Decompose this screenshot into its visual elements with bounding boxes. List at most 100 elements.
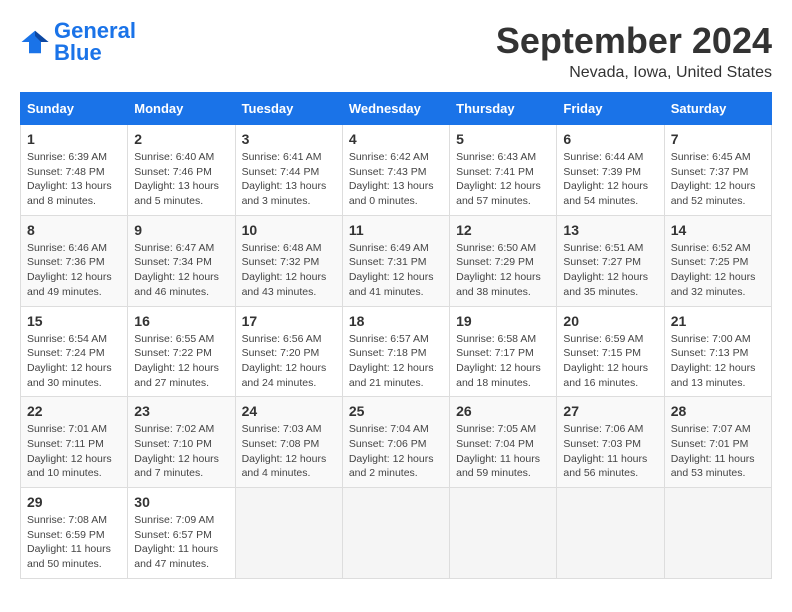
calendar-cell: 18 Sunrise: 6:57 AMSunset: 7:18 PMDayligh… xyxy=(342,306,449,397)
day-info: Sunrise: 7:07 AMSunset: 7:01 PMDaylight:… xyxy=(671,422,765,481)
day-number: 11 xyxy=(349,222,443,238)
calendar-cell xyxy=(450,488,557,579)
calendar-cell: 6 Sunrise: 6:44 AMSunset: 7:39 PMDaylight… xyxy=(557,125,664,216)
day-number: 6 xyxy=(563,131,657,147)
day-info: Sunrise: 7:08 AMSunset: 6:59 PMDaylight:… xyxy=(27,513,121,572)
day-number: 21 xyxy=(671,313,765,329)
day-info: Sunrise: 7:00 AMSunset: 7:13 PMDaylight:… xyxy=(671,332,765,391)
day-info: Sunrise: 6:39 AMSunset: 7:48 PMDaylight:… xyxy=(27,150,121,209)
day-number: 12 xyxy=(456,222,550,238)
calendar-cell xyxy=(235,488,342,579)
calendar-header: Sunday Monday Tuesday Wednesday Thursday… xyxy=(21,93,772,125)
calendar-cell: 20 Sunrise: 6:59 AMSunset: 7:15 PMDayligh… xyxy=(557,306,664,397)
calendar-cell: 15Sunrise: 6:54 AMSunset: 7:24 PMDayligh… xyxy=(21,306,128,397)
logo-text: General Blue xyxy=(54,20,136,64)
day-number: 17 xyxy=(242,313,336,329)
day-info: Sunrise: 6:46 AMSunset: 7:36 PMDaylight:… xyxy=(27,241,121,300)
day-info: Sunrise: 7:04 AMSunset: 7:06 PMDaylight:… xyxy=(349,422,443,481)
calendar-table: Sunday Monday Tuesday Wednesday Thursday… xyxy=(20,92,772,579)
day-info: Sunrise: 6:42 AMSunset: 7:43 PMDaylight:… xyxy=(349,150,443,209)
calendar-cell: 29 Sunrise: 7:08 AMSunset: 6:59 PMDayligh… xyxy=(21,488,128,579)
header-tuesday: Tuesday xyxy=(235,93,342,125)
day-info: Sunrise: 7:05 AMSunset: 7:04 PMDaylight:… xyxy=(456,422,550,481)
calendar-cell: 19Sunrise: 6:58 AMSunset: 7:17 PMDayligh… xyxy=(450,306,557,397)
header-wednesday: Wednesday xyxy=(342,93,449,125)
logo: General Blue xyxy=(20,20,136,64)
day-number: 25 xyxy=(349,403,443,419)
calendar-cell: 24 Sunrise: 7:03 AMSunset: 7:08 PMDayligh… xyxy=(235,397,342,488)
day-number: 16 xyxy=(134,313,228,329)
day-number: 13 xyxy=(563,222,657,238)
day-number: 1 xyxy=(27,131,121,147)
header-sunday: Sunday xyxy=(21,93,128,125)
day-number: 20 xyxy=(563,313,657,329)
calendar-cell: 2 Sunrise: 6:40 AMSunset: 7:46 PMDaylight… xyxy=(128,125,235,216)
calendar-row: 1 Sunrise: 6:39 AMSunset: 7:48 PMDaylight… xyxy=(21,125,772,216)
day-number: 23 xyxy=(134,403,228,419)
day-info: Sunrise: 6:45 AMSunset: 7:37 PMDaylight:… xyxy=(671,150,765,209)
day-info: Sunrise: 6:56 AMSunset: 7:20 PMDaylight:… xyxy=(242,332,336,391)
header-thursday: Thursday xyxy=(450,93,557,125)
calendar-cell: 5Sunrise: 6:43 AMSunset: 7:41 PMDaylight… xyxy=(450,125,557,216)
day-number: 29 xyxy=(27,494,121,510)
calendar-cell: 26 Sunrise: 7:05 AMSunset: 7:04 PMDayligh… xyxy=(450,397,557,488)
page-header: General Blue September 2024 Nevada, Iowa… xyxy=(20,20,772,82)
day-info: Sunrise: 6:57 AMSunset: 7:18 PMDaylight:… xyxy=(349,332,443,391)
day-number: 26 xyxy=(456,403,550,419)
calendar-cell: 17 Sunrise: 6:56 AMSunset: 7:20 PMDayligh… xyxy=(235,306,342,397)
calendar-cell: 3 Sunrise: 6:41 AMSunset: 7:44 PMDaylight… xyxy=(235,125,342,216)
logo-blue: Blue xyxy=(54,40,102,65)
day-info: Sunrise: 6:52 AMSunset: 7:25 PMDaylight:… xyxy=(671,241,765,300)
calendar-cell: 10Sunrise: 6:48 AMSunset: 7:32 PMDayligh… xyxy=(235,215,342,306)
day-number: 9 xyxy=(134,222,228,238)
calendar-cell: 12 Sunrise: 6:50 AMSunset: 7:29 PMDayligh… xyxy=(450,215,557,306)
day-info: Sunrise: 6:51 AMSunset: 7:27 PMDaylight:… xyxy=(563,241,657,300)
calendar-cell: 28 Sunrise: 7:07 AMSunset: 7:01 PMDayligh… xyxy=(664,397,771,488)
day-info: Sunrise: 6:58 AMSunset: 7:17 PMDaylight:… xyxy=(456,332,550,391)
day-number: 14 xyxy=(671,222,765,238)
calendar-cell: 11 Sunrise: 6:49 AMSunset: 7:31 PMDayligh… xyxy=(342,215,449,306)
day-info: Sunrise: 6:49 AMSunset: 7:31 PMDaylight:… xyxy=(349,241,443,300)
calendar-row: 22Sunrise: 7:01 AMSunset: 7:11 PMDayligh… xyxy=(21,397,772,488)
calendar-cell: 22Sunrise: 7:01 AMSunset: 7:11 PMDayligh… xyxy=(21,397,128,488)
calendar-cell: 1 Sunrise: 6:39 AMSunset: 7:48 PMDaylight… xyxy=(21,125,128,216)
day-number: 8 xyxy=(27,222,121,238)
day-number: 15 xyxy=(27,313,121,329)
calendar-cell: 9Sunrise: 6:47 AMSunset: 7:34 PMDaylight… xyxy=(128,215,235,306)
day-info: Sunrise: 7:09 AMSunset: 6:57 PMDaylight:… xyxy=(134,513,228,572)
calendar-cell: 14 Sunrise: 6:52 AMSunset: 7:25 PMDayligh… xyxy=(664,215,771,306)
day-number: 24 xyxy=(242,403,336,419)
day-number: 5 xyxy=(456,131,550,147)
day-number: 27 xyxy=(563,403,657,419)
day-info: Sunrise: 7:02 AMSunset: 7:10 PMDaylight:… xyxy=(134,422,228,481)
day-info: Sunrise: 6:40 AMSunset: 7:46 PMDaylight:… xyxy=(134,150,228,209)
header-friday: Friday xyxy=(557,93,664,125)
header-monday: Monday xyxy=(128,93,235,125)
header-saturday: Saturday xyxy=(664,93,771,125)
calendar-row: 15Sunrise: 6:54 AMSunset: 7:24 PMDayligh… xyxy=(21,306,772,397)
day-number: 30 xyxy=(134,494,228,510)
logo-icon xyxy=(20,27,50,57)
day-info: Sunrise: 6:50 AMSunset: 7:29 PMDaylight:… xyxy=(456,241,550,300)
calendar-cell: 25 Sunrise: 7:04 AMSunset: 7:06 PMDayligh… xyxy=(342,397,449,488)
calendar-cell xyxy=(342,488,449,579)
day-info: Sunrise: 6:48 AMSunset: 7:32 PMDaylight:… xyxy=(242,241,336,300)
calendar-cell: 7Sunrise: 6:45 AMSunset: 7:37 PMDaylight… xyxy=(664,125,771,216)
day-info: Sunrise: 6:59 AMSunset: 7:15 PMDaylight:… xyxy=(563,332,657,391)
day-number: 3 xyxy=(242,131,336,147)
day-info: Sunrise: 7:03 AMSunset: 7:08 PMDaylight:… xyxy=(242,422,336,481)
calendar-cell: 4 Sunrise: 6:42 AMSunset: 7:43 PMDaylight… xyxy=(342,125,449,216)
day-number: 4 xyxy=(349,131,443,147)
calendar-row: 29 Sunrise: 7:08 AMSunset: 6:59 PMDayligh… xyxy=(21,488,772,579)
day-number: 2 xyxy=(134,131,228,147)
calendar-cell: 30 Sunrise: 7:09 AMSunset: 6:57 PMDayligh… xyxy=(128,488,235,579)
day-info: Sunrise: 7:01 AMSunset: 7:11 PMDaylight:… xyxy=(27,422,121,481)
calendar-cell: 16Sunrise: 6:55 AMSunset: 7:22 PMDayligh… xyxy=(128,306,235,397)
title-block: September 2024 Nevada, Iowa, United Stat… xyxy=(496,20,772,82)
day-number: 18 xyxy=(349,313,443,329)
day-info: Sunrise: 6:44 AMSunset: 7:39 PMDaylight:… xyxy=(563,150,657,209)
day-number: 28 xyxy=(671,403,765,419)
day-info: Sunrise: 6:41 AMSunset: 7:44 PMDaylight:… xyxy=(242,150,336,209)
calendar-cell: 21 Sunrise: 7:00 AMSunset: 7:13 PMDayligh… xyxy=(664,306,771,397)
calendar-cell: 13 Sunrise: 6:51 AMSunset: 7:27 PMDayligh… xyxy=(557,215,664,306)
